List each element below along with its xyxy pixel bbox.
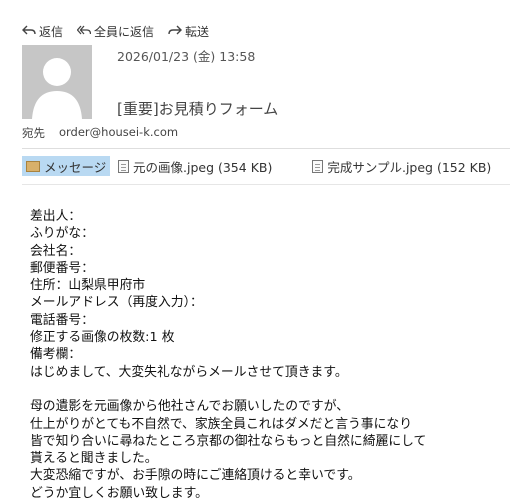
to-address[interactable]: order@housei-k.com — [59, 125, 178, 141]
recipient-row: 宛先 order@housei-k.com — [22, 125, 178, 141]
message-tab-label: メッセージ — [44, 159, 107, 175]
sent-date: 2026/01/23 (金) 13:58 — [117, 49, 256, 64]
attachment-bar: メッセージ 元の画像.jpeg (354 KB) 完成サンプル.jpeg (15… — [22, 156, 491, 176]
body-line: 修正する画像の枚数:1 枚 — [30, 330, 175, 346]
body-line: 母の遺影を元画像から他社さんでお願いしたのですが、 — [30, 399, 350, 415]
reply-icon — [22, 23, 36, 40]
body-line: どうか宜しくお願い致します。 — [30, 485, 208, 501]
email-subject: [重要]お見積りフォーム — [117, 100, 279, 118]
reply-all-label: 全員に返信 — [94, 24, 155, 39]
body-line: 差出人： — [30, 209, 82, 224]
body-line: 電話番号： — [30, 312, 94, 328]
person-icon — [22, 45, 92, 119]
attachment-divider — [22, 184, 510, 185]
forward-button[interactable]: 転送 — [168, 23, 209, 40]
sender-avatar — [22, 45, 92, 119]
body-line: 仕上がりがとても不自然で、家族全員これはダメだと言う事になり — [30, 416, 412, 432]
attachment-label: 完成サンプル.jpeg (152 KB) — [327, 159, 492, 175]
attachment-original-image[interactable]: 元の画像.jpeg (354 KB) — [118, 156, 272, 176]
forward-icon — [168, 23, 183, 40]
reply-all-button[interactable]: 全員に返信 — [76, 23, 155, 40]
body-line: 貰えると聞きました。 — [30, 451, 158, 467]
body-line: はじめまして、大変失礼ながらメールさせて頂きます。 — [30, 364, 348, 380]
envelope-icon — [26, 160, 40, 172]
to-label: 宛先 — [22, 126, 45, 140]
message-tab[interactable]: メッセージ — [22, 156, 110, 176]
body-line: ふりがな： — [30, 226, 94, 242]
body-line — [30, 381, 426, 398]
file-icon — [118, 159, 129, 173]
body-line: 郵便番号： — [30, 260, 94, 276]
body-line: 大変恐縮ですが、お手隙の時にご連絡頂けると幸いです。 — [30, 468, 361, 484]
header-divider — [22, 148, 510, 149]
reply-label: 返信 — [39, 24, 64, 39]
body-line: 住所：山梨県甲府市 — [30, 278, 146, 294]
toolbar: 返信 全員に返信 転送 — [22, 21, 209, 41]
forward-label: 転送 — [185, 24, 210, 39]
reply-button[interactable]: 返信 — [22, 23, 63, 40]
attachment-label: 元の画像.jpeg (354 KB) — [133, 159, 273, 175]
body-line: メールアドレス（再度入力）： — [30, 295, 203, 311]
body-line: 会社名： — [30, 243, 82, 259]
reply-all-icon — [76, 23, 92, 40]
attachment-sample-image[interactable]: 完成サンプル.jpeg (152 KB) — [312, 156, 491, 176]
body-line: 備考欄： — [30, 347, 82, 363]
message-body: 差出人： ふりがな： 会社名： 郵便番号： 住所：山梨県甲府市 メールアドレス（… — [30, 208, 426, 502]
body-line: 皆で知り合いに尋ねたところ京都の御社ならもっと自然に綺麗にして — [30, 433, 427, 449]
file-icon — [312, 159, 324, 173]
